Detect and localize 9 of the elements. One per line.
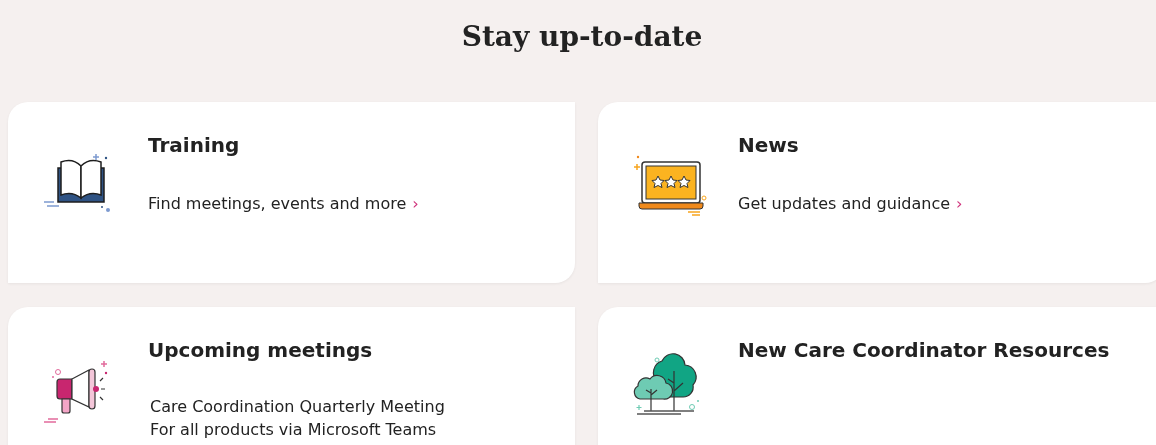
card-title: Training — [148, 133, 241, 157]
card-title: Upcoming meetings — [148, 338, 374, 362]
card-title: News — [738, 133, 800, 157]
card-link[interactable]: Find meetings, events and more › — [148, 193, 419, 215]
section-heading: Stay up-to-date — [460, 19, 704, 55]
card-title: New Care Coordinator Resources — [738, 338, 1110, 362]
event-text: For all products via Microsoft Teams — [150, 419, 438, 441]
card-link[interactable]: Get updates and guidance › — [738, 193, 963, 215]
event-text: Care Coordination Quarterly Meeting — [150, 396, 445, 418]
